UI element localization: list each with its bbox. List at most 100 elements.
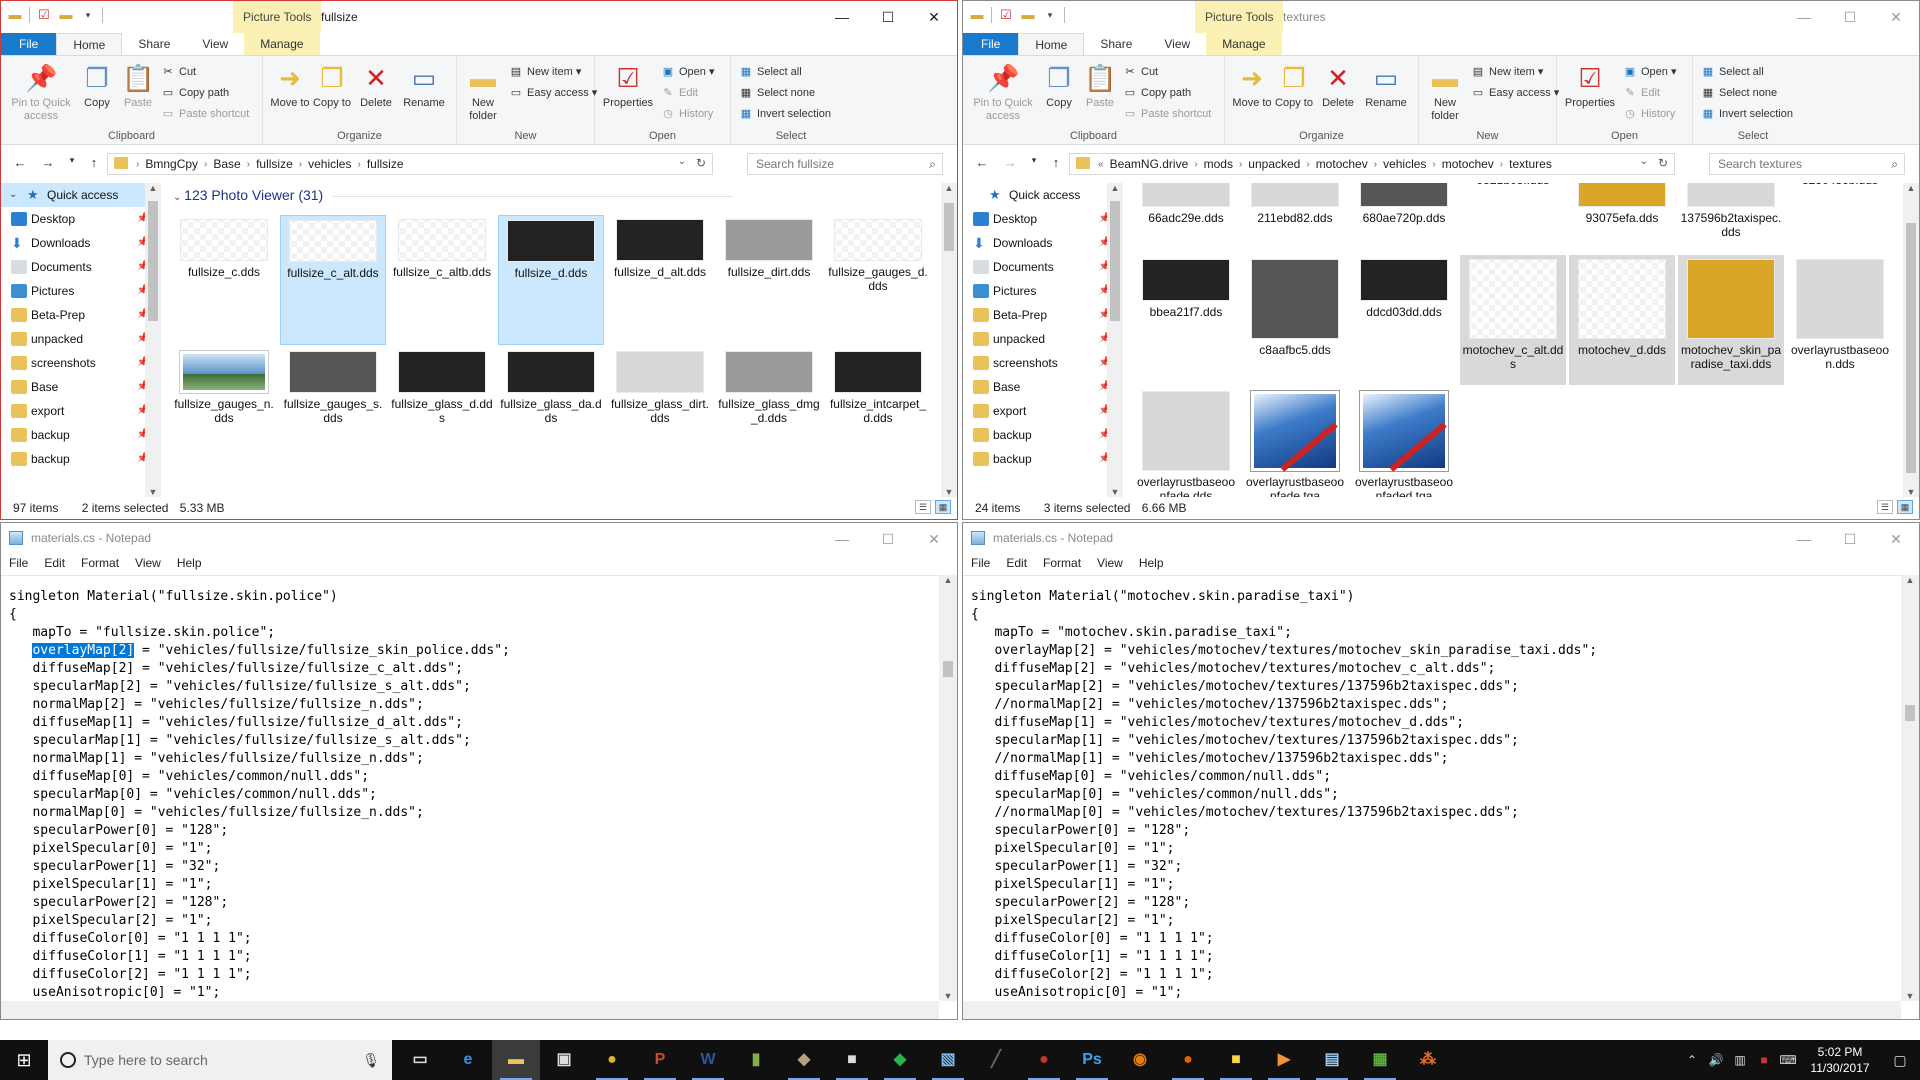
- file-tile[interactable]: fullsize_glass_d.dds: [389, 347, 495, 477]
- taskbar-sticky-notes-button[interactable]: ■: [1212, 1040, 1260, 1080]
- details-view-icon[interactable]: ☰: [915, 500, 931, 514]
- breadcrumb-item[interactable]: motochev: [1438, 157, 1498, 171]
- breadcrumb-item[interactable]: BmngCpy: [141, 157, 202, 171]
- properties-button[interactable]: ☑ Properties: [1561, 62, 1619, 110]
- select-none-button[interactable]: ▦ Select none: [739, 83, 815, 103]
- scroll-up-icon[interactable]: ▲: [939, 575, 957, 585]
- nav-folder[interactable]: backup 📌: [1, 423, 157, 447]
- address-bar[interactable]: › BmngCpy › Base › fullsize › vehicles › ful…: [107, 153, 713, 175]
- search-input[interactable]: Search fullsize ⌕: [747, 153, 943, 175]
- minimize-button[interactable]: —: [819, 523, 865, 555]
- forward-arrow-icon[interactable]: →: [39, 155, 57, 170]
- nav-folder[interactable]: Base 📌: [1, 375, 157, 399]
- file-tile[interactable]: fullsize_glass_dmg_d.dds: [716, 347, 822, 477]
- editor-scrollbar[interactable]: ▲ ▼: [939, 575, 957, 1001]
- title-bar[interactable]: materials.cs - Notepad — ☐ ✕: [1, 523, 957, 553]
- copy-to-button[interactable]: ❐ Copy to: [311, 62, 353, 110]
- maximize-button[interactable]: ☐: [1827, 1, 1873, 33]
- nav-pictures[interactable]: Pictures 📌: [963, 279, 1119, 303]
- file-tile[interactable]: fullsize_intcarpet_d.dds: [825, 347, 931, 477]
- scroll-thumb[interactable]: [1110, 201, 1120, 321]
- edit-button[interactable]: ✎ Edit: [1623, 83, 1660, 103]
- scroll-thumb[interactable]: [1906, 223, 1916, 473]
- nav-documents[interactable]: Documents 📌: [963, 255, 1119, 279]
- tab-manage[interactable]: Manage: [1206, 33, 1282, 55]
- file-tile[interactable]: fullsize_c_alt.dds: [280, 215, 386, 345]
- menu-edit[interactable]: Edit: [998, 553, 1035, 573]
- pin-quick-access-button[interactable]: 📌 Pin to Quick access: [5, 62, 77, 123]
- nav-downloads[interactable]: ⬇ Downloads 📌: [1, 231, 157, 255]
- nav-pictures[interactable]: Pictures 📌: [1, 279, 157, 303]
- properties-button[interactable]: ☑ Properties: [599, 62, 657, 110]
- nav-documents[interactable]: Documents 📌: [1, 255, 157, 279]
- editor-hscrollbar[interactable]: [963, 1001, 1901, 1019]
- maximize-button[interactable]: ☐: [865, 1, 911, 33]
- tab-home[interactable]: Home: [56, 33, 123, 55]
- nav-folder[interactable]: Base 📌: [963, 375, 1119, 399]
- maximize-button[interactable]: ☐: [865, 523, 911, 555]
- scroll-down-icon[interactable]: ▼: [1901, 991, 1919, 1001]
- nav-scrollbar[interactable]: ▲ ▼: [145, 183, 161, 497]
- folder-icon[interactable]: ▬: [7, 7, 23, 23]
- file-tile[interactable]: fullsize_c.dds: [171, 215, 277, 345]
- editor-scrollbar[interactable]: ▲ ▼: [1901, 575, 1919, 1001]
- microphone-icon[interactable]: 🎙: [362, 1040, 380, 1080]
- content-scrollbar[interactable]: ▲ ▼: [941, 183, 957, 497]
- move-to-button[interactable]: ➜ Move to: [269, 62, 311, 110]
- back-arrow-icon[interactable]: ←: [973, 155, 991, 170]
- maximize-button[interactable]: ☐: [1827, 523, 1873, 555]
- move-to-button[interactable]: ➜ Move to: [1231, 62, 1273, 110]
- cut-button[interactable]: ✂ Cut: [1123, 62, 1158, 82]
- nav-folder[interactable]: backup 📌: [1, 447, 157, 471]
- taskbar-file-explorer-button[interactable]: ▬: [492, 1040, 540, 1080]
- tab-home[interactable]: Home: [1018, 33, 1085, 55]
- title-bar[interactable]: ▬ ☑ ▬ ▾ Picture Tools fullsize — ☐ ✕: [1, 1, 957, 33]
- scroll-up-icon[interactable]: ▲: [145, 183, 161, 193]
- new-folder-button[interactable]: ▬ New folder: [461, 62, 505, 123]
- rename-button[interactable]: ▭ Rename: [399, 62, 449, 110]
- content-scrollbar[interactable]: ▲ ▼: [1903, 183, 1919, 497]
- tab-share[interactable]: Share: [1084, 33, 1148, 55]
- nav-folder[interactable]: export 📌: [963, 399, 1119, 423]
- breadcrumb-item[interactable]: mods: [1200, 157, 1237, 171]
- nav-quick-access[interactable]: ⌄ ★ Quick access: [1, 183, 157, 207]
- file-tile[interactable]: 211ebd82.dds: [1242, 183, 1348, 253]
- file-tile[interactable]: fullsize_gauges_n.dds: [171, 347, 277, 477]
- scroll-thumb[interactable]: [943, 661, 953, 677]
- file-tile[interactable]: overlayrustbaseoonfade.tga: [1242, 387, 1348, 497]
- file-tile[interactable]: fullsize_d.dds: [498, 215, 604, 345]
- scroll-up-icon[interactable]: ▲: [1903, 183, 1919, 193]
- tab-view[interactable]: View: [1148, 33, 1206, 55]
- taskbar-edge-button[interactable]: e: [444, 1040, 492, 1080]
- new-folder-icon[interactable]: ▬: [58, 7, 74, 23]
- taskbar-task-view-button[interactable]: ▭: [396, 1040, 444, 1080]
- minimize-button[interactable]: —: [819, 1, 865, 33]
- group-header[interactable]: ⌄ 123 Photo Viewer (31): [167, 183, 939, 207]
- folder-icon[interactable]: ▬: [969, 7, 985, 23]
- taskbar-powerpoint-button[interactable]: P: [636, 1040, 684, 1080]
- taskbar-store-button[interactable]: ▣: [540, 1040, 588, 1080]
- tab-file[interactable]: File: [1, 33, 57, 55]
- pin-quick-access-button[interactable]: 📌 Pin to Quick access: [967, 62, 1039, 123]
- file-tile[interactable]: 9521b08f.dds: [1460, 183, 1566, 253]
- edit-button[interactable]: ✎ Edit: [661, 83, 698, 103]
- taskbar-gimp-button[interactable]: ◆: [780, 1040, 828, 1080]
- breadcrumb-item[interactable]: Base: [209, 157, 244, 171]
- nav-folder[interactable]: screenshots 📌: [963, 351, 1119, 375]
- taskbar-app-orange-button[interactable]: ⁂: [1404, 1040, 1452, 1080]
- breadcrumb-item[interactable]: BeamNG.drive: [1106, 157, 1193, 171]
- scroll-up-icon[interactable]: ▲: [941, 183, 957, 193]
- nav-folder[interactable]: unpacked 📌: [1, 327, 157, 351]
- tab-share[interactable]: Share: [122, 33, 186, 55]
- clock[interactable]: 5:02 PM 11/30/2017: [1800, 1044, 1880, 1076]
- properties-check-icon[interactable]: ☑: [998, 7, 1014, 23]
- network-icon[interactable]: ▥: [1728, 1053, 1752, 1067]
- file-tile[interactable]: motochev_skin_paradise_taxi.dds: [1678, 255, 1784, 385]
- file-tile[interactable]: 8230436b.dds: [1787, 183, 1893, 253]
- file-tile[interactable]: overlayrustbaseoonfaded.tga: [1351, 387, 1457, 497]
- open-button[interactable]: ▣ Open ▾: [661, 62, 715, 82]
- breadcrumb-item[interactable]: fullsize: [363, 157, 408, 171]
- nav-downloads[interactable]: ⬇ Downloads 📌: [963, 231, 1119, 255]
- menu-help[interactable]: Help: [1131, 553, 1172, 573]
- breadcrumb-item[interactable]: fullsize: [252, 157, 297, 171]
